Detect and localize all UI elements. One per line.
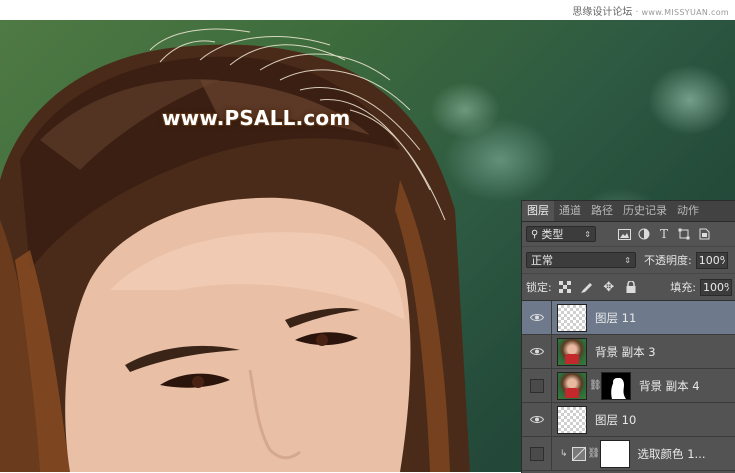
- layer-thumbnail: [557, 337, 587, 366]
- adjustment-filter-icon[interactable]: [636, 226, 652, 242]
- fill-label: 填充:: [670, 281, 696, 294]
- visibility-off-box: [529, 446, 544, 461]
- clip-arrow-icon: ↳: [560, 448, 568, 459]
- layer-name[interactable]: 背景 副本 4: [639, 378, 700, 394]
- visibility-toggle[interactable]: [522, 300, 552, 335]
- tab-paths[interactable]: 路径: [586, 201, 618, 221]
- top-bar: 思缘设计论坛 · www.MISSYUAN.com: [0, 0, 735, 20]
- filter-kind-select[interactable]: ⚲ 类型 ⇕: [526, 226, 596, 242]
- search-icon: ⚲: [531, 228, 539, 240]
- layer-row[interactable]: ↳ ⛓ 选取颜色 1...: [522, 436, 735, 471]
- lock-position-icon[interactable]: ✥: [600, 278, 618, 296]
- layers-panel[interactable]: 图层 通道 路径 历史记录 动作 ⚲ 类型 ⇕ T 正常 ⇕ 不透明度: 100…: [521, 200, 735, 473]
- layer-filter-row: ⚲ 类型 ⇕ T: [522, 222, 735, 247]
- lock-image-pixels-icon[interactable]: [578, 278, 596, 296]
- blend-mode-select[interactable]: 正常 ⇕: [526, 252, 636, 268]
- chain-link-icon[interactable]: ⛓: [589, 380, 602, 391]
- smart-object-filter-icon[interactable]: [696, 226, 712, 242]
- layer-row[interactable]: 图层 11: [522, 300, 735, 335]
- tab-layers[interactable]: 图层: [522, 201, 554, 221]
- blend-mode-value: 正常: [531, 254, 553, 267]
- eye-icon: [529, 348, 544, 355]
- site-brand-name: 思缘设计论坛: [572, 7, 633, 18]
- opacity-input[interactable]: [695, 251, 728, 269]
- layer-list: 图层 11 背景 副本 3 ⛓ 背景 副本 4 图层 10 ↳ ⛓ 选取颜色 1…: [522, 300, 735, 471]
- layer-row[interactable]: 背景 副本 3: [522, 334, 735, 369]
- lock-row: 锁定: ✥ 填充:: [522, 274, 735, 301]
- layer-row[interactable]: 图层 10: [522, 402, 735, 437]
- type-filter-icon[interactable]: T: [656, 226, 672, 242]
- shape-filter-icon[interactable]: [676, 226, 692, 242]
- panel-tab-bar: 图层 通道 路径 历史记录 动作: [522, 201, 735, 222]
- layer-thumbnail: [557, 303, 587, 332]
- layer-thumbnail: [557, 371, 587, 400]
- tab-actions[interactable]: 动作: [672, 201, 704, 221]
- site-domain: www.MISSYUAN.com: [641, 8, 729, 17]
- chevron-updown-icon: ⇕: [584, 229, 591, 239]
- layer-name[interactable]: 图层 10: [595, 412, 636, 428]
- layer-name[interactable]: 选取颜色 1...: [638, 446, 706, 462]
- selective-color-adjustment-icon: [571, 446, 586, 461]
- fill-input[interactable]: [700, 278, 732, 296]
- layer-mask-thumbnail[interactable]: [599, 439, 630, 468]
- layer-thumbnail: [557, 405, 587, 434]
- tab-history[interactable]: 历史记录: [618, 201, 672, 221]
- tab-channels[interactable]: 通道: [554, 201, 586, 221]
- visibility-toggle[interactable]: [522, 368, 552, 403]
- chevron-updown-icon: ⇕: [624, 255, 631, 265]
- layer-name[interactable]: 图层 11: [595, 310, 636, 326]
- lock-transparent-pixels-icon[interactable]: [556, 278, 574, 296]
- image-filter-icon[interactable]: [616, 226, 632, 242]
- opacity-label: 不透明度:: [644, 254, 692, 267]
- lock-label: 锁定:: [526, 281, 552, 294]
- blend-row: 正常 ⇕ 不透明度:: [522, 247, 735, 274]
- visibility-toggle[interactable]: [522, 334, 552, 369]
- watermark-text: www.PSALL.com: [162, 106, 351, 130]
- site-brand: 思缘设计论坛 · www.MISSYUAN.com: [572, 7, 729, 18]
- visibility-toggle[interactable]: [522, 402, 552, 437]
- layer-row[interactable]: ⛓ 背景 副本 4: [522, 368, 735, 403]
- visibility-toggle[interactable]: [522, 436, 552, 471]
- layer-name[interactable]: 背景 副本 3: [595, 344, 656, 360]
- visibility-off-box: [529, 378, 544, 393]
- chain-link-icon[interactable]: ⛓: [588, 448, 601, 459]
- layer-mask-thumbnail[interactable]: [601, 371, 631, 400]
- lock-all-icon[interactable]: [622, 278, 640, 296]
- filter-kind-label: 类型: [541, 228, 564, 241]
- eye-icon: [529, 314, 544, 321]
- eye-icon: [529, 416, 544, 423]
